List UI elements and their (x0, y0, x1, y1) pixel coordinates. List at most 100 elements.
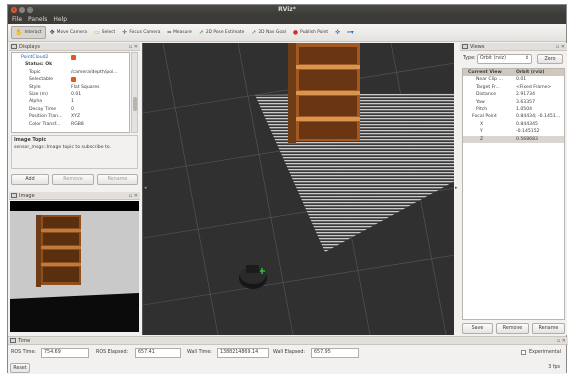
property-value[interactable]: 0.01 (71, 91, 81, 98)
3d-render-view[interactable]: ◂ (142, 43, 454, 335)
tool-label: 2D Nav Goal (258, 30, 286, 35)
display-property-row[interactable]: PointCloud2 (12, 54, 129, 61)
property-name: Target Fr... (476, 84, 500, 90)
property-value[interactable]: 3.63357 (516, 99, 535, 106)
menu-panels[interactable]: Panels (28, 15, 47, 24)
help-title: Image Topic (14, 138, 47, 143)
zero-button[interactable]: Zero (537, 54, 563, 64)
property-value[interactable]: 0.844345 (516, 121, 538, 128)
property-value[interactable]: RGB8 (71, 121, 84, 128)
property-value[interactable]: 1 (71, 98, 74, 105)
add-display-button[interactable]: Add (11, 174, 49, 185)
rename-display-button[interactable]: Rename (97, 174, 138, 185)
wall-elapsed-field[interactable]: 657.95 (311, 348, 359, 358)
view-property-row[interactable]: Near Clip ... 0.01 (463, 76, 564, 83)
remove-display-button[interactable]: Remove (52, 174, 94, 185)
menu-help[interactable]: Help (53, 15, 67, 24)
property-value[interactable]: /camera/depth/poi... (71, 69, 118, 76)
pose-estimate-icon: ➚ (198, 28, 204, 36)
view-property-row[interactable]: Y -0.145152 (463, 128, 564, 135)
panel-close-icon[interactable]: ▫ ✕ (129, 43, 138, 51)
collapse-left-icon[interactable]: ◂ (144, 185, 147, 191)
view-property-row[interactable]: Distance 2.91734 (463, 91, 564, 98)
view-type-select[interactable]: Orbit (rviz) ⇕ (477, 54, 532, 64)
tool-select[interactable]: ▭ Select (91, 26, 118, 39)
panel-close-icon[interactable]: ▫ ✕ (557, 337, 566, 345)
property-name: Color Transf... (29, 121, 61, 127)
property-value[interactable]: XYZ (71, 113, 80, 120)
display-property-row[interactable]: Style Flat Squares (12, 84, 129, 91)
scrollbar-thumb[interactable] (133, 97, 137, 111)
view-type-value: Orbit (rviz) (480, 56, 506, 61)
tool-2d-pose-estimate[interactable]: ➚ 2D Pose Estimate (196, 26, 248, 39)
view-property-row[interactable]: Yaw 3.63357 (463, 99, 564, 106)
property-name: Alpha (29, 99, 43, 105)
collapse-right-icon[interactable]: ▸ (455, 185, 458, 191)
toolbar: ✋ Interact ✥ Move Camera ▭ Select ✛ Focu… (8, 24, 566, 42)
view-property-row[interactable]: Pitch 1.0504 (463, 106, 564, 113)
ros-elapsed-label: ROS Elapsed: (96, 350, 129, 355)
remove-view-button[interactable]: Remove (496, 323, 529, 334)
property-value[interactable]: Orbit (rviz) (516, 69, 545, 76)
time-panel: Time ▫ ✕ ROS Time: 754.69 ROS Elapsed: 6… (8, 336, 568, 362)
tool-focus-camera[interactable]: ✛ Focus Camera (119, 26, 163, 39)
experimental-checkbox[interactable] (521, 350, 526, 355)
help-text: sensor_msgs::Image topic to subscribe to… (14, 145, 112, 150)
ros-elapsed-field[interactable]: 657.41 (135, 348, 181, 358)
reset-button[interactable]: Reset (10, 363, 30, 373)
panel-close-icon[interactable]: ▫ ✕ (556, 43, 565, 51)
property-name: Near Clip ... (476, 77, 503, 83)
checkbox-checked-icon[interactable] (71, 55, 76, 60)
property-value[interactable]: -0.145152 (516, 128, 540, 135)
move-camera-icon: ✥ (49, 28, 55, 36)
display-property-row[interactable]: Decay Time 0 (12, 106, 129, 113)
ros-time-field[interactable]: 754.69 (41, 348, 89, 358)
tool-add[interactable]: ━▾ (344, 26, 357, 39)
property-value[interactable]: 0.84434; -0.1451... (516, 113, 560, 120)
fps-indicator: 3 fps (548, 365, 560, 370)
tool-crosshair[interactable]: ✜ (332, 26, 343, 39)
checkbox-checked-icon[interactable] (71, 77, 76, 83)
property-name: Decay Time (29, 106, 57, 112)
views-tree[interactable]: Current View Orbit (rviz) Near Clip ... 0.0… (462, 68, 565, 320)
rename-view-button[interactable]: Rename (532, 323, 565, 334)
display-property-row[interactable]: Size (m) 0.01 (12, 91, 129, 98)
scene-render (143, 43, 454, 335)
property-name: Style (29, 84, 41, 90)
hand-icon: ✋ (15, 28, 23, 36)
tool-interact[interactable]: ✋ Interact (11, 26, 46, 39)
tool-measure[interactable]: ═ Measure (164, 26, 194, 39)
tool-2d-nav-goal[interactable]: ➚ 2D Nav Goal (248, 26, 289, 39)
displays-scrollbar[interactable] (131, 52, 138, 133)
display-property-row[interactable]: Status: Ok (12, 61, 129, 68)
save-view-button[interactable]: Save (462, 323, 493, 334)
time-row: ROS Time: 754.69 ROS Elapsed: 657.41 Wal… (11, 348, 563, 358)
display-property-row[interactable]: Topic/camera/depth/poi... (12, 69, 129, 76)
view-property-row[interactable]: X 0.844345 (463, 121, 564, 128)
wall-time-field[interactable]: 1388214869.14 (217, 348, 269, 358)
property-name: Topic (29, 69, 41, 75)
tool-label: 2D Pose Estimate (205, 30, 245, 35)
property-value[interactable]: 0.568683 (516, 136, 538, 143)
tool-move-camera[interactable]: ✥ Move Camera (47, 26, 90, 39)
property-value[interactable]: 1.0504 (516, 106, 532, 113)
property-value[interactable]: <Fixed Frame> (516, 84, 551, 91)
property-name: Y (480, 129, 483, 135)
display-property-row[interactable]: Alpha 1 (12, 98, 129, 105)
view-property-row[interactable]: Target Fr... <Fixed Frame> (463, 84, 564, 91)
view-property-row[interactable]: Z 0.568683 (463, 135, 564, 143)
panel-close-icon[interactable]: ▫ ✕ (129, 192, 138, 200)
view-property-row[interactable]: Current View Orbit (rviz) (463, 69, 564, 77)
property-value[interactable]: 0.01 (516, 76, 526, 83)
tool-label: Focus Camera (129, 30, 161, 35)
display-property-row[interactable]: Selectable (12, 76, 129, 83)
property-value[interactable]: 0 (71, 106, 74, 113)
display-property-row[interactable]: Color Transf... RGB8 (12, 121, 129, 128)
display-property-row[interactable]: Position Tran... XYZ (12, 113, 129, 120)
tool-publish-point[interactable]: ● Publish Point (290, 26, 331, 39)
displays-tree[interactable]: PointCloud2 Status: Ok Topic/camera/depth/… (11, 52, 130, 133)
menu-file[interactable]: File (12, 15, 22, 24)
property-value[interactable]: 2.91734 (516, 91, 535, 98)
property-value[interactable]: Flat Squares (71, 84, 100, 91)
view-property-row[interactable]: Focal Point 0.84434; -0.1451... (463, 113, 564, 120)
